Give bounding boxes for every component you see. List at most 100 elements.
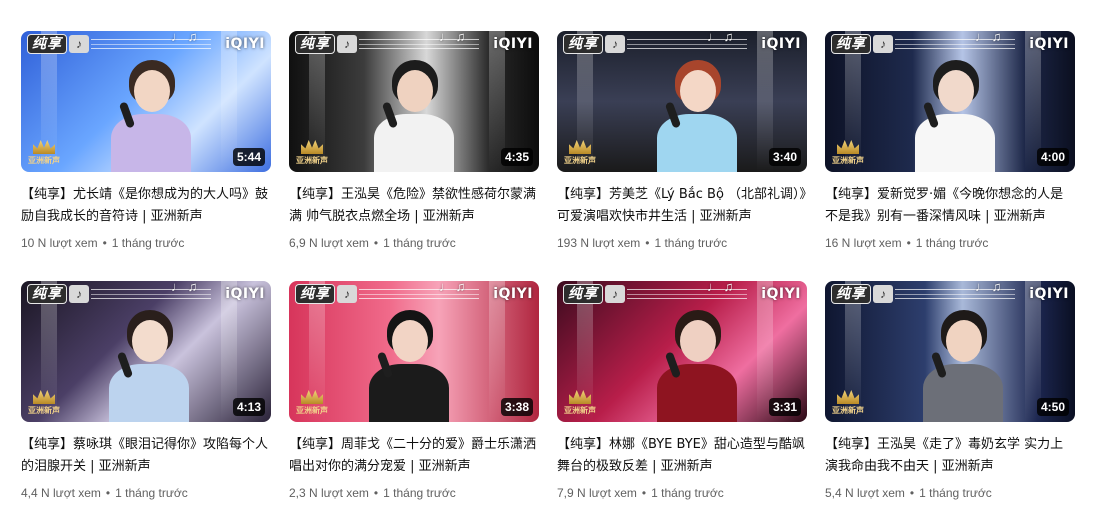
badge-label: 纯享 [295,284,335,304]
video-duration: 4:50 [1036,398,1069,416]
iqiyi-logo: iQIYI [1029,36,1069,52]
performer-figure [101,52,201,172]
separator-dot: • [909,486,915,500]
video-metadata: 7,9 N lượt xem • 1 tháng trước [557,485,807,501]
video-metadata: 10 N lượt xem • 1 tháng trước [21,235,271,251]
music-note-icon: ♪ [873,35,893,53]
crown-icon [33,390,55,404]
video-title[interactable]: 【纯享】芳美芝《Lý Bắc Bộ （北部礼调）》可爱演唱欢快市井生活 | 亚洲… [557,184,807,228]
music-notes-icon: ♩ ♫ [975,281,1002,294]
upload-age: 1 tháng trước [111,236,185,250]
music-note-icon: ♪ [605,285,625,303]
iqiyi-logo: iQIYI [493,36,533,52]
music-note-icon: ♪ [69,285,89,303]
video-thumbnail[interactable]: 纯享 ♪ ♩ ♫ iQIYI 亚洲新声 3:38 [289,281,539,422]
music-note-icon: ♪ [605,35,625,53]
video-duration: 5:44 [232,148,265,166]
video-title[interactable]: 【纯享】林娜《BYE BYE》甜心造型与酷飒舞台的极致反差 | 亚洲新声 [557,434,807,478]
video-card[interactable]: 纯享 ♪ ♩ ♫ iQIYI 亚洲新声 3:31 【纯享】林娜《BYE BYE》… [557,281,807,511]
music-note-icon: ♪ [337,35,357,53]
video-metadata: 4,4 N lượt xem • 1 tháng trước [21,485,271,501]
video-thumbnail[interactable]: 纯享 ♪ ♩ ♫ iQIYI 亚洲新声 4:13 [21,281,271,422]
show-logo-text: 亚洲新声 [28,156,60,165]
separator-dot: • [373,486,379,500]
performer-figure [359,302,459,422]
video-title[interactable]: 【纯享】蔡咏琪《眼泪记得你》攻陷每个人的泪腺开关 | 亚洲新声 [21,434,271,478]
video-title[interactable]: 【纯享】王泓昊《走了》毒奶玄学 实力上演我命由我不由天 | 亚洲新声 [825,434,1075,478]
crown-icon [33,140,55,154]
music-note-icon: ♪ [337,285,357,303]
video-thumbnail[interactable]: 纯享 ♪ ♩ ♫ iQIYI 亚洲新声 3:31 [557,281,807,422]
music-note-icon: ♪ [69,35,89,53]
view-count: 5,4 N lượt xem [825,486,905,500]
video-title[interactable]: 【纯享】周菲戈《二十分的爱》爵士乐潇洒唱出对你的满分宠爱 | 亚洲新声 [289,434,539,478]
video-duration: 3:31 [768,398,801,416]
show-logo: 亚洲新声 [27,134,61,166]
performer-figure [647,302,747,422]
show-logo: 亚洲新声 [563,384,597,416]
separator-dot: • [906,236,911,250]
music-notes-icon: ♩ ♫ [975,31,1002,44]
view-count: 6,9 N lượt xem [289,236,369,250]
view-count: 2,3 N lượt xem [289,486,369,500]
separator-dot: • [645,236,650,250]
video-title[interactable]: 【纯享】王泓昊《危险》禁欲性感荷尔蒙满满 帅气脱衣点燃全场 | 亚洲新声 [289,184,539,228]
video-card[interactable]: 纯享 ♪ ♩ ♫ iQIYI 亚洲新声 4:13 【纯享】蔡咏琪《眼泪记得你》攻… [21,281,271,511]
iqiyi-logo: iQIYI [761,286,801,302]
view-count: 16 N lượt xem [825,236,902,250]
crown-icon [569,390,591,404]
upload-age: 1 tháng trước [651,486,724,500]
video-title[interactable]: 【纯享】爱新觉罗·媚《今晚你想念的人是不是我》别有一番深情风味 | 亚洲新声 [825,184,1075,228]
separator-dot: • [105,486,111,500]
video-metadata: 6,9 N lượt xem • 1 tháng trước [289,235,539,251]
badge-label: 纯享 [831,284,871,304]
pure-performance-badge: 纯享 ♪ [831,284,893,304]
video-card[interactable]: 纯享 ♪ ♩ ♫ iQIYI 亚洲新声 3:40 【纯享】芳美芝《Lý Bắc … [557,31,807,261]
separator-dot: • [102,236,107,250]
performer-figure [364,52,464,172]
video-thumbnail[interactable]: 纯享 ♪ ♩ ♫ iQIYI 亚洲新声 3:40 [557,31,807,172]
music-notes-icon: ♩ ♫ [171,31,198,44]
video-thumbnail[interactable]: 纯享 ♪ ♩ ♫ iQIYI 亚洲新声 5:44 [21,31,271,172]
music-notes-icon: ♩ ♫ [439,31,466,44]
crown-icon [301,390,323,404]
iqiyi-logo: iQIYI [1029,286,1069,302]
iqiyi-logo: iQIYI [225,36,265,52]
video-card[interactable]: 纯享 ♪ ♩ ♫ iQIYI 亚洲新声 4:00 【纯享】爱新觉罗·媚《今晚你想… [825,31,1075,261]
badge-label: 纯享 [831,34,871,54]
video-metadata: 5,4 N lượt xem • 1 tháng trước [825,485,1075,501]
video-card[interactable]: 纯享 ♪ ♩ ♫ iQIYI 亚洲新声 5:44 【纯享】尤长靖《是你想成为的大… [21,31,271,261]
video-thumbnail[interactable]: 纯享 ♪ ♩ ♫ iQIYI 亚洲新声 4:00 [825,31,1075,172]
video-card[interactable]: 纯享 ♪ ♩ ♫ iQIYI 亚洲新声 3:38 【纯享】周菲戈《二十分的爱》爵… [289,281,539,511]
show-logo-text: 亚洲新声 [832,156,864,165]
video-thumbnail[interactable]: 纯享 ♪ ♩ ♫ iQIYI 亚洲新声 4:50 [825,281,1075,422]
upload-age: 1 tháng trước [383,236,456,250]
upload-age: 1 tháng trước [654,236,728,250]
video-title[interactable]: 【纯享】尤长靖《是你想成为的大人吗》鼓励自我成长的音符诗 | 亚洲新声 [21,184,271,228]
upload-age: 1 tháng trước [115,486,188,500]
show-logo: 亚洲新声 [831,384,865,416]
pure-performance-badge: 纯享 ♪ [295,34,357,54]
show-logo: 亚洲新声 [27,384,61,416]
upload-age: 1 tháng trước [383,486,456,500]
video-metadata: 16 N lượt xem • 1 tháng trước [825,235,1075,251]
music-note-icon: ♪ [873,285,893,303]
video-thumbnail[interactable]: 纯享 ♪ ♩ ♫ iQIYI 亚洲新声 4:35 [289,31,539,172]
music-notes-icon: ♩ ♫ [707,281,734,294]
separator-dot: • [373,236,379,250]
show-logo-text: 亚洲新声 [564,406,596,415]
show-logo: 亚洲新声 [295,134,329,166]
view-count: 193 N lượt xem [557,236,641,250]
video-metadata: 2,3 N lượt xem • 1 tháng trước [289,485,539,501]
video-grid: 纯享 ♪ ♩ ♫ iQIYI 亚洲新声 5:44 【纯享】尤长靖《是你想成为的大… [21,31,1081,511]
pure-performance-badge: 纯享 ♪ [27,284,89,304]
show-logo-text: 亚洲新声 [832,406,864,415]
performer-figure [99,302,199,422]
video-card[interactable]: 纯享 ♪ ♩ ♫ iQIYI 亚洲新声 4:50 【纯享】王泓昊《走了》毒奶玄学… [825,281,1075,511]
show-logo: 亚洲新声 [563,134,597,166]
pure-performance-badge: 纯享 ♪ [563,34,625,54]
video-duration: 4:00 [1036,148,1069,166]
video-card[interactable]: 纯享 ♪ ♩ ♫ iQIYI 亚洲新声 4:35 【纯享】王泓昊《危险》禁欲性感… [289,31,539,261]
music-notes-icon: ♩ ♫ [171,281,198,294]
pure-performance-badge: 纯享 ♪ [27,34,89,54]
